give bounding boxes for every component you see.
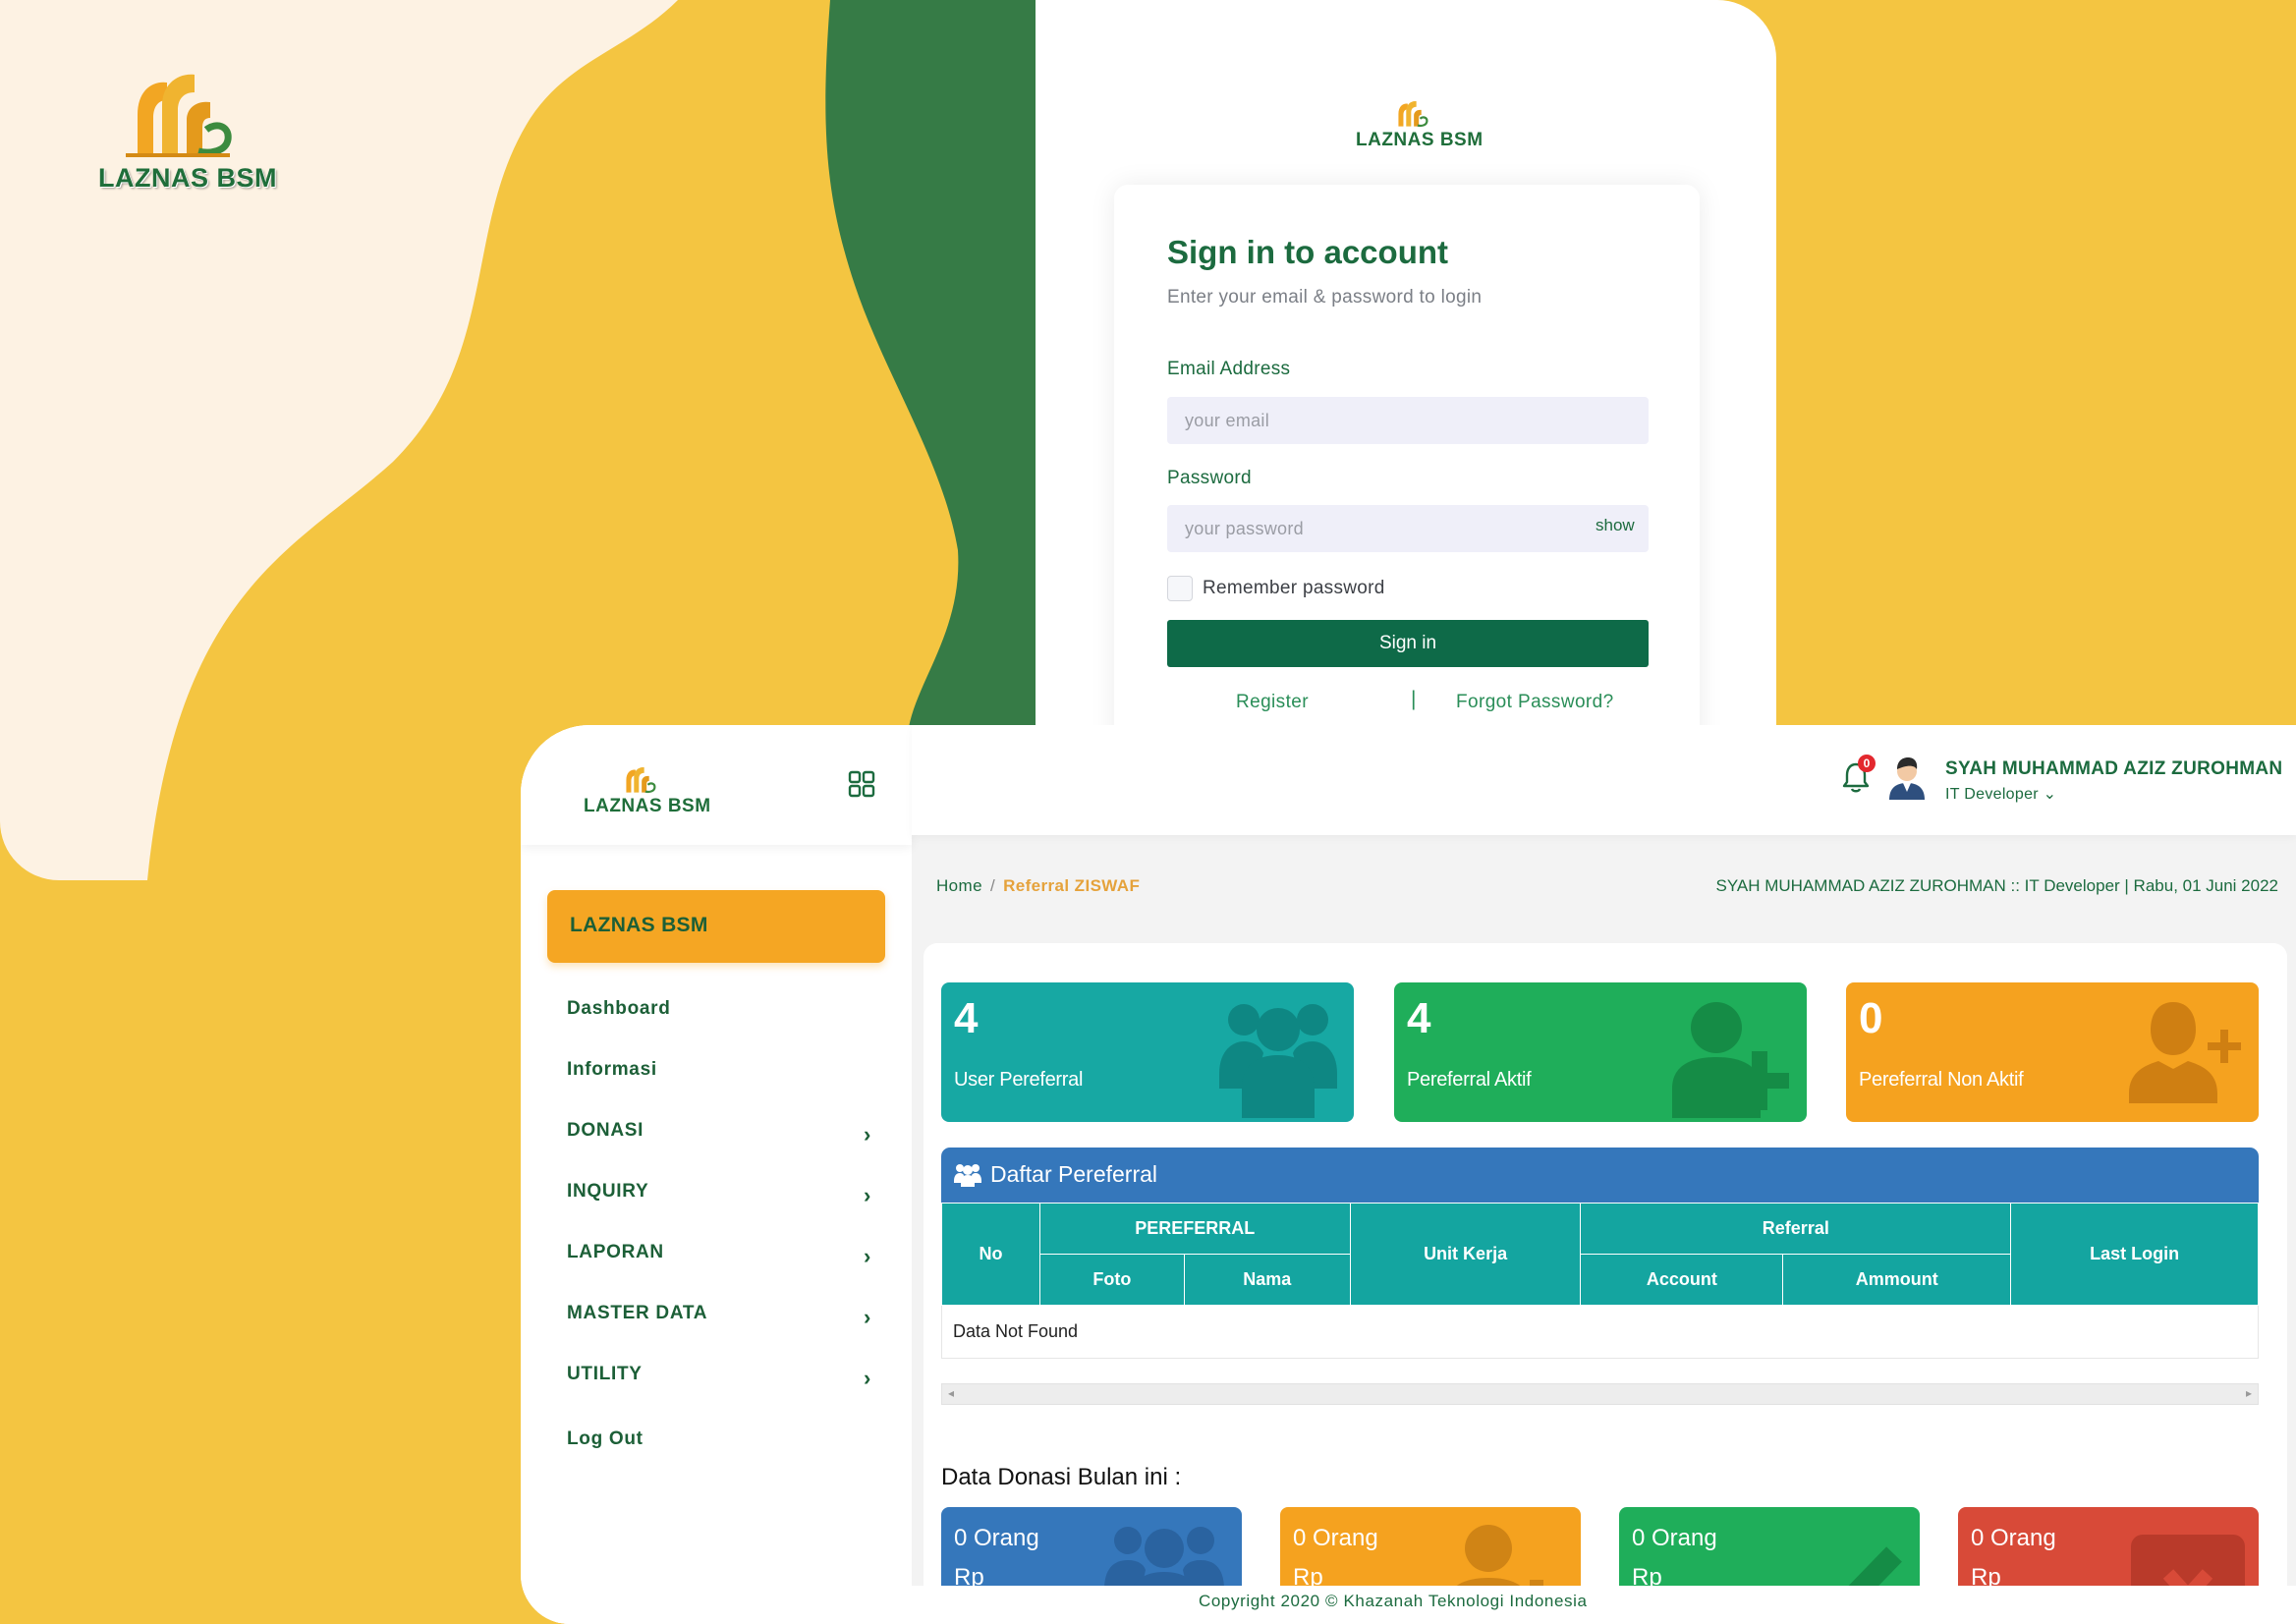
sidebar-item-donasi[interactable]: DONASI › (567, 1120, 871, 1159)
breadcrumb: Home / Referral ZISWAF (936, 876, 1140, 896)
sidebar-item-logout[interactable]: Log Out (567, 1428, 871, 1468)
stat-label: Pereferral Aktif (1407, 1069, 1532, 1091)
scroll-left-icon[interactable]: ◂ (948, 1386, 954, 1400)
header-account: Account (1580, 1254, 1784, 1306)
password-field[interactable] (1167, 505, 1649, 552)
nav-label: Log Out (567, 1428, 644, 1449)
chevron-right-icon: › (863, 1244, 871, 1268)
nav-label: LAPORAN (567, 1242, 664, 1262)
stat-label: User Pereferral (954, 1069, 1084, 1091)
password-label: Password (1167, 468, 1252, 488)
sidebar-item-dashboard[interactable]: Dashboard (567, 998, 871, 1037)
stat-user-pereferral: 4 User Pereferral (941, 982, 1354, 1122)
top-bar: 0 SYAH MUHAMMAD AZIZ ZUROHMAN IT Develop… (912, 725, 2296, 835)
signin-subtitle: Enter your email & password to login (1167, 287, 1483, 308)
signin-button[interactable]: Sign in (1167, 620, 1649, 667)
nav-label: UTILITY (567, 1364, 643, 1384)
sidebar-item-laporan[interactable]: LAPORAN › (567, 1242, 871, 1281)
forgot-password-link[interactable]: Forgot Password? (1456, 692, 1614, 713)
copyright-text: Copyright 2020 © Khazanah Teknologi Indo… (1199, 1592, 1588, 1610)
link-separator: | (1411, 688, 1417, 710)
user-name[interactable]: SYAH MUHAMMAD AZIZ ZUROHMAN (1945, 758, 2282, 780)
grid-icon[interactable] (848, 770, 875, 798)
header-ammount: Ammount (1782, 1254, 2012, 1306)
logo-text: LAZNAS BSM (584, 796, 711, 816)
empty-state: Data Not Found (941, 1305, 2259, 1359)
logo-text: LAZNAS BSM (1356, 130, 1484, 150)
header-nama: Nama (1183, 1254, 1351, 1306)
referral-table: No PEREFERRAL Unit Kerja Referral Last L… (941, 1203, 2259, 1359)
nav-label: DONASI (567, 1120, 644, 1141)
donasi-title: Data Donasi Bulan ini : (941, 1464, 1182, 1490)
laznas-emblem-icon (626, 767, 656, 794)
stat-value: 0 (1859, 994, 1883, 1042)
stat-value: 4 (954, 994, 979, 1042)
users-icon (1219, 1004, 1337, 1118)
sidebar-logo[interactable]: LAZNAS BSM (584, 760, 711, 817)
header-no: No (941, 1203, 1040, 1306)
remember-password-row: Remember password (1167, 576, 1385, 601)
stat-label: Pereferral Non Aktif (1859, 1069, 2024, 1091)
dashboard-screen: LAZNAS BSM LAZNAS BSM Dashboard Informas… (521, 725, 2296, 1624)
header-last-login: Last Login (2010, 1203, 2259, 1306)
nav-label: Informasi (567, 1059, 657, 1080)
session-info: SYAH MUHAMMAD AZIZ ZUROHMAN :: IT Develo… (1715, 876, 2278, 895)
sidebar-brand-item[interactable]: LAZNAS BSM (547, 890, 885, 963)
nav-label: MASTER DATA (567, 1303, 708, 1323)
login-logo: LAZNAS BSM (1356, 94, 1484, 151)
email-field[interactable] (1167, 397, 1649, 444)
sidebar-item-inquiry[interactable]: INQUIRY › (567, 1181, 871, 1220)
donasi-count: 0 Orang (954, 1525, 1039, 1551)
chevron-right-icon: › (863, 1183, 871, 1207)
user-plus-icon (2129, 1002, 2241, 1103)
logo-text: LAZNAS BSM (98, 163, 277, 193)
list-title: Daftar Pereferral (990, 1161, 1158, 1187)
stat-pereferral-aktif: 4 Pereferral Aktif (1394, 982, 1807, 1122)
breadcrumb-separator: / (989, 876, 996, 895)
header-pereferral: PEREFERRAL (1038, 1203, 1351, 1255)
scroll-right-icon[interactable]: ▸ (2246, 1386, 2252, 1400)
sidebar-item-master-data[interactable]: MASTER DATA › (567, 1303, 871, 1342)
notification-badge: 0 (1858, 755, 1876, 772)
users-icon (954, 1164, 981, 1187)
chevron-right-icon: › (863, 1366, 871, 1390)
chevron-right-icon: › (863, 1122, 871, 1147)
header-referral: Referral (1580, 1203, 2012, 1255)
nav-label: Dashboard (567, 998, 671, 1019)
signin-title: Sign in to account (1167, 234, 1448, 270)
stat-pereferral-non-aktif: 0 Pereferral Non Aktif (1846, 982, 2259, 1122)
remember-checkbox[interactable] (1167, 576, 1193, 601)
breadcrumb-home[interactable]: Home (936, 876, 982, 895)
user-role-dropdown[interactable]: IT Developer ⌄ (1945, 784, 2056, 804)
sidebar-item-utility[interactable]: UTILITY › (567, 1364, 871, 1403)
avatar[interactable] (1886, 755, 1928, 800)
horizontal-scrollbar[interactable]: ◂ ▸ (941, 1383, 2259, 1405)
nav-label: INQUIRY (567, 1181, 649, 1202)
show-password-toggle[interactable]: show (1596, 516, 1635, 535)
list-header: Daftar Pereferral (941, 1148, 2259, 1203)
header-unit-kerja: Unit Kerja (1349, 1203, 1582, 1306)
donasi-count: 0 Orang (1293, 1525, 1378, 1551)
stat-value: 4 (1407, 994, 1431, 1042)
header-foto: Foto (1038, 1254, 1185, 1306)
sidebar-item-informasi[interactable]: Informasi (567, 1059, 871, 1098)
sidebar: LAZNAS BSM LAZNAS BSM Dashboard Informas… (521, 725, 912, 1624)
chevron-right-icon: › (863, 1305, 871, 1329)
sidebar-header: LAZNAS BSM (521, 725, 912, 845)
user-plus-icon (1672, 1002, 1789, 1118)
donasi-count: 0 Orang (1632, 1525, 1717, 1551)
brand-logo: LAZNAS BSM (98, 61, 277, 194)
laznas-emblem-icon (1398, 101, 1428, 128)
remember-label: Remember password (1203, 578, 1385, 598)
laznas-emblem-icon (126, 74, 232, 157)
table-row: Data Not Found (941, 1305, 2259, 1359)
donasi-count: 0 Orang (1971, 1525, 2056, 1551)
breadcrumb-current: Referral ZISWAF (1003, 876, 1141, 895)
register-link[interactable]: Register (1236, 692, 1309, 713)
email-label: Email Address (1167, 359, 1291, 379)
